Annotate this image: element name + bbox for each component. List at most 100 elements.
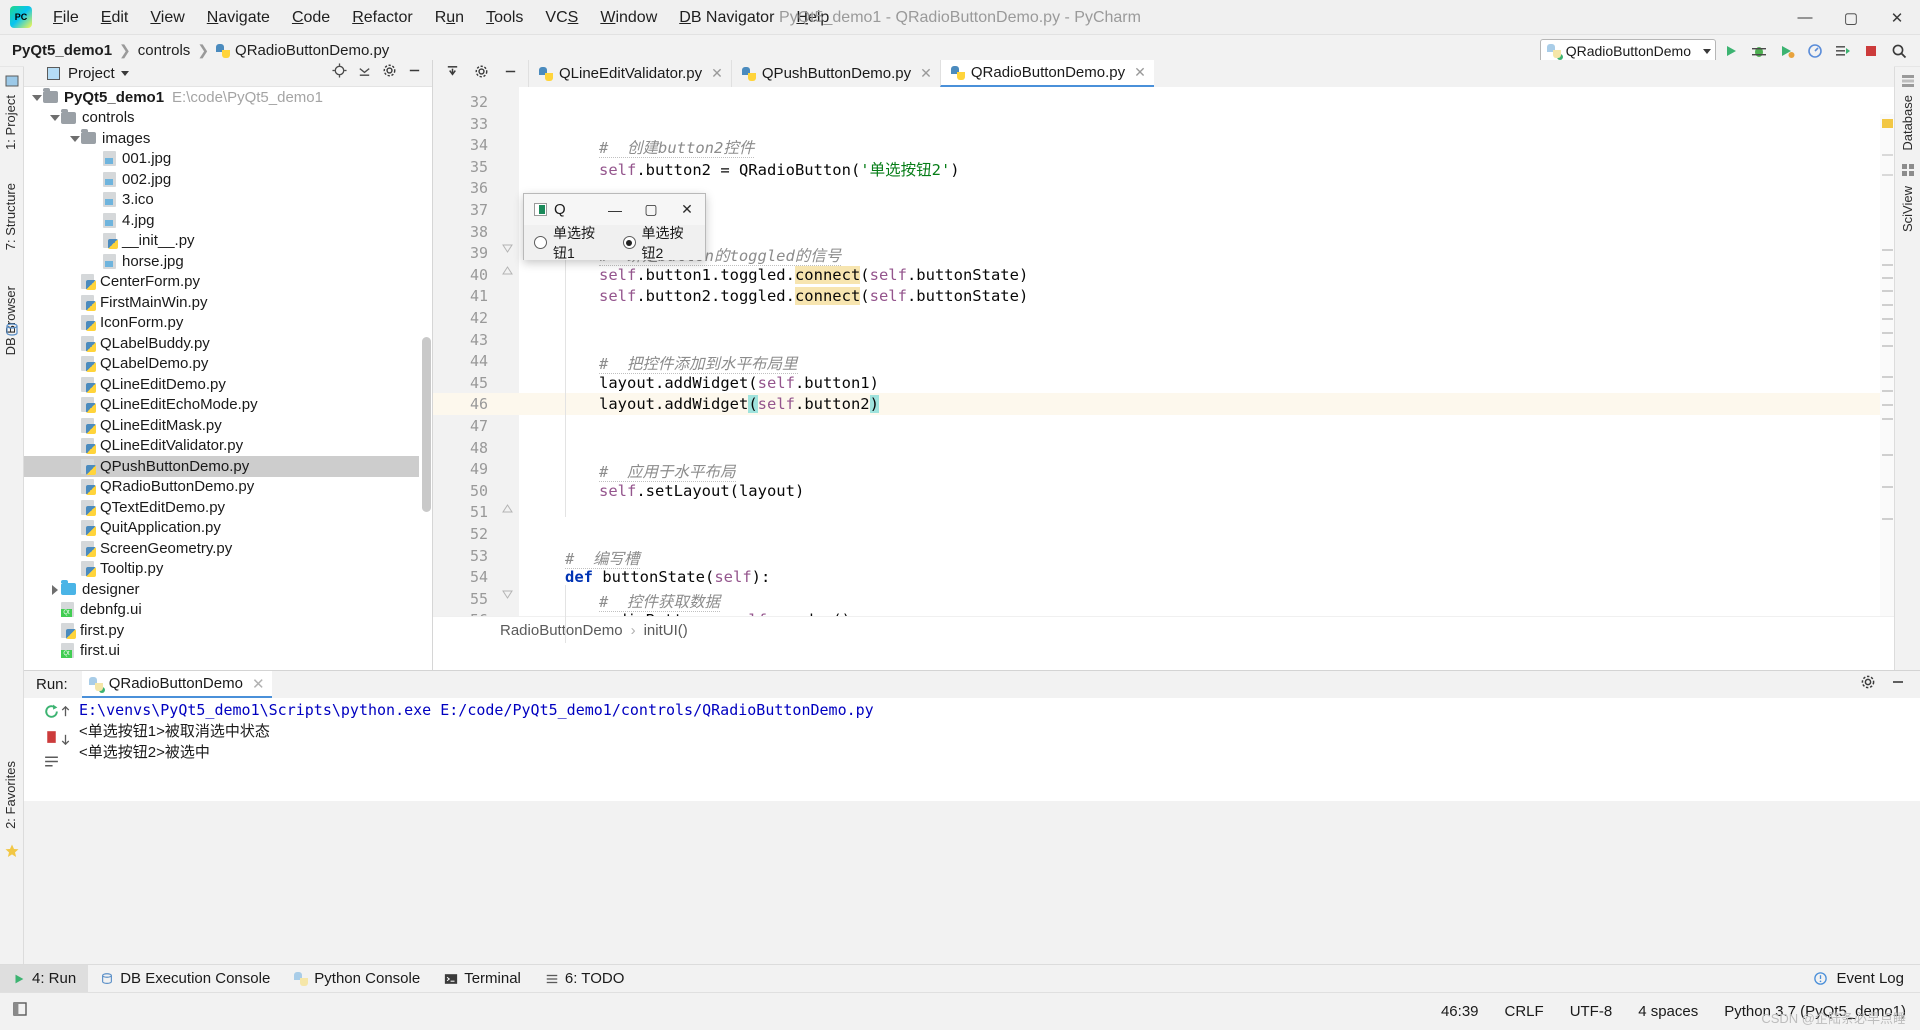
sidebar-tab-structure[interactable]: 7: Structure <box>0 179 22 254</box>
tree-item[interactable]: QLineEditDemo.py <box>24 374 419 395</box>
expand-arrow-down-icon[interactable] <box>30 91 43 104</box>
tree-item[interactable]: FirstMainWin.py <box>24 292 419 313</box>
expand-arrow-right-icon[interactable] <box>48 583 61 596</box>
editor-breadcrumb-class[interactable]: RadioButtonDemo <box>500 622 623 639</box>
tree-item[interactable]: 002.jpg <box>24 169 419 190</box>
tree-item[interactable]: first.ui <box>24 641 419 662</box>
code-line[interactable]: # 编写槽 <box>565 547 640 569</box>
menu-run[interactable]: Run <box>424 0 475 35</box>
editor-tab[interactable]: QRadioButtonDemo.py ✕ <box>939 60 1154 87</box>
expand-arrow-down-icon[interactable] <box>48 111 61 124</box>
run-tab[interactable]: QRadioButtonDemo ✕ <box>81 671 272 698</box>
code-line[interactable]: self.setLayout(layout) <box>599 482 804 500</box>
hide-panel-icon[interactable] <box>1890 674 1906 695</box>
bottom-tab-python-console[interactable]: Python Console <box>282 965 432 993</box>
editor-tab-close-icon[interactable]: ✕ <box>920 65 932 82</box>
code-folding-column[interactable] <box>496 87 519 643</box>
indent-setting[interactable]: 4 spaces <box>1638 1003 1698 1020</box>
editor-breadcrumb-method[interactable]: initUI() <box>644 622 688 639</box>
hide-panel-icon[interactable] <box>407 63 422 83</box>
code-line[interactable]: # 应用于水平布局 <box>599 460 736 483</box>
hide-panel-icon[interactable] <box>503 64 518 84</box>
tree-item[interactable]: designer <box>24 579 419 600</box>
tree-item[interactable]: 4.jpg <box>24 210 419 231</box>
tree-item[interactable]: ScreenGeometry.py <box>24 538 419 559</box>
minimize-button[interactable]: — <box>1782 0 1828 35</box>
menu-code[interactable]: Code <box>281 0 341 35</box>
project-scrollbar[interactable] <box>421 87 432 670</box>
scroll-down-icon[interactable] <box>58 732 73 752</box>
tree-item[interactable]: Tooltip.py <box>24 559 419 580</box>
editor-tab-close-icon[interactable]: ✕ <box>711 65 723 82</box>
tree-item[interactable]: debnfg.ui <box>24 600 419 621</box>
scroll-up-icon[interactable] <box>58 704 73 724</box>
tree-item[interactable]: IconForm.py <box>24 313 419 334</box>
tree-item[interactable]: QLineEditEchoMode.py <box>24 395 419 416</box>
tree-item[interactable]: QuitApplication.py <box>24 518 419 539</box>
breadcrumb-project[interactable]: PyQt5_demo1 <box>12 42 112 59</box>
qt-close-button[interactable]: ✕ <box>669 194 705 225</box>
menu-view[interactable]: View <box>139 0 195 35</box>
maximize-button[interactable]: ▢ <box>1828 0 1874 35</box>
tree-item[interactable]: 3.ico <box>24 190 419 211</box>
tree-item[interactable]: __init__.py <box>24 231 419 252</box>
bottom-tab-db-execution-console[interactable]: DB Execution Console <box>88 965 282 993</box>
fold-marker-icon[interactable] <box>501 265 514 283</box>
tree-item[interactable]: 001.jpg <box>24 149 419 170</box>
settings-gear-icon[interactable] <box>382 63 397 83</box>
tree-item[interactable]: QLabelBuddy.py <box>24 333 419 354</box>
editor-tab-close-icon[interactable]: ✕ <box>1134 64 1146 81</box>
menu-window[interactable]: Window <box>589 0 668 35</box>
code-line[interactable]: layout.addWidget(self.button1) <box>599 374 879 392</box>
bottom-tab-run[interactable]: 4: Run <box>0 964 89 993</box>
code-editor[interactable]: # 创建button2控件 self.button2 = QRadioButton… <box>433 87 1894 643</box>
tree-item[interactable]: first.py <box>24 620 419 641</box>
fold-marker-icon[interactable] <box>501 589 514 607</box>
editor-tab[interactable]: QLineEditValidator.py ✕ <box>528 60 731 87</box>
radio-button-2[interactable] <box>622 236 636 249</box>
code-line[interactable]: # 把控件添加到水平布局里 <box>599 352 798 375</box>
menu-tools[interactable]: Tools <box>475 0 534 35</box>
file-encoding[interactable]: UTF-8 <box>1570 1003 1613 1020</box>
caret-position[interactable]: 46:39 <box>1441 1003 1479 1020</box>
chevron-down-icon[interactable] <box>1703 48 1711 54</box>
menu-db-navigator[interactable]: DB Navigator <box>668 0 785 35</box>
fold-marker-icon[interactable] <box>501 243 514 261</box>
menu-refactor[interactable]: Refactor <box>341 0 423 35</box>
bottom-tab-todo[interactable]: 6: TODO <box>533 965 636 993</box>
locate-file-icon[interactable] <box>332 63 347 83</box>
run-tab-close-icon[interactable]: ✕ <box>252 675 265 693</box>
sidebar-tab-sciview[interactable]: SciView <box>1896 182 1919 236</box>
sidebar-tab-db-browser[interactable]: DB Browser <box>0 282 22 359</box>
code-line[interactable]: self.button2.toggled.connect(self.button… <box>599 287 1028 306</box>
warning-marker[interactable] <box>1882 119 1893 128</box>
line-separator[interactable]: CRLF <box>1505 1003 1544 1020</box>
qt-demo-window[interactable]: Q — ▢ ✕ 单选按钮1 单选按钮2 <box>523 193 706 261</box>
project-scrollbar-thumb[interactable] <box>422 337 431 512</box>
sidebar-tab-favorites[interactable]: 2: Favorites <box>0 757 22 833</box>
favorites-star-icon[interactable] <box>4 843 20 859</box>
breadcrumb-file[interactable]: QRadioButtonDemo.py <box>235 42 389 59</box>
code-content[interactable]: # 创建button2控件 self.button2 = QRadioButton… <box>519 87 1894 643</box>
tree-item[interactable]: CenterForm.py <box>24 272 419 293</box>
project-tree[interactable]: PyQt5_demo1 E:\code\PyQt5_demo1 controls im… <box>24 87 419 670</box>
code-line[interactable]: layout.addWidget(self.button2) <box>599 395 879 414</box>
editor-marker-scrollbar[interactable] <box>1880 114 1894 643</box>
qt-minimize-button[interactable]: — <box>597 194 633 225</box>
tree-item[interactable]: horse.jpg <box>24 251 419 272</box>
tree-item[interactable]: QTextEditDemo.py <box>24 497 419 518</box>
scroll-to-source-icon[interactable] <box>445 64 460 84</box>
menu-edit[interactable]: Edit <box>90 0 140 35</box>
breadcrumb-folder[interactable]: controls <box>138 42 191 59</box>
close-button[interactable]: ✕ <box>1874 0 1920 35</box>
menu-vcs[interactable]: VCS <box>534 0 589 35</box>
code-line[interactable]: self.button2 = QRadioButton('单选按钮2') <box>599 158 960 180</box>
tree-item[interactable]: QPushButtonDemo.py <box>24 456 419 477</box>
chevron-down-icon[interactable] <box>120 70 129 76</box>
tree-item[interactable]: controls <box>24 108 419 129</box>
settings-gear-icon[interactable] <box>1860 674 1876 695</box>
fold-marker-icon[interactable] <box>501 503 514 521</box>
menu-file[interactable]: File <box>42 0 90 35</box>
radio-button-1[interactable] <box>534 236 547 249</box>
settings-gear-icon[interactable] <box>474 64 489 84</box>
